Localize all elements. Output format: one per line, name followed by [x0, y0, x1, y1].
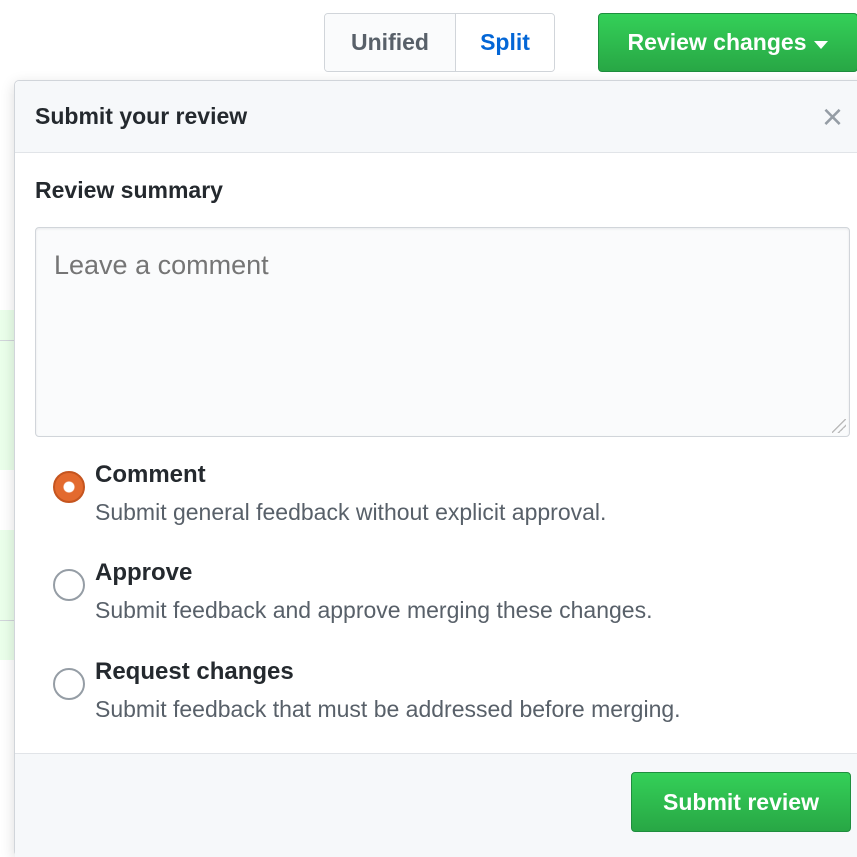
close-icon[interactable]: ×: [822, 98, 843, 135]
review-changes-button[interactable]: Review changes: [598, 13, 857, 72]
submit-review-panel: Submit your review × Review summary Comm…: [14, 80, 857, 857]
review-changes-label: Review changes: [627, 29, 807, 55]
option-description: Submit general feedback without explicit…: [95, 499, 607, 525]
option-title: Comment: [95, 461, 206, 488]
split-view-button[interactable]: Split: [456, 14, 554, 71]
unified-view-button[interactable]: Unified: [325, 14, 456, 71]
radio-request-changes[interactable]: [53, 668, 85, 700]
option-title: Approve: [95, 559, 193, 586]
resize-grip-icon[interactable]: [832, 419, 846, 433]
option-description: Submit feedback that must be addressed b…: [95, 696, 681, 722]
review-comment-input[interactable]: [35, 227, 850, 437]
panel-title: Submit your review: [35, 103, 248, 129]
radio-approve[interactable]: [53, 569, 85, 601]
panel-header: Submit your review ×: [15, 81, 857, 153]
radio-comment[interactable]: [53, 471, 85, 503]
diff-view-toggle: Unified Split: [324, 13, 555, 72]
review-summary-label: Review summary: [35, 177, 223, 203]
option-title: Request changes: [95, 658, 294, 685]
panel-footer: Submit review: [15, 753, 857, 857]
submit-review-button[interactable]: Submit review: [631, 772, 851, 832]
caret-down-icon: [814, 40, 829, 49]
option-description: Submit feedback and approve merging thes…: [95, 597, 653, 623]
